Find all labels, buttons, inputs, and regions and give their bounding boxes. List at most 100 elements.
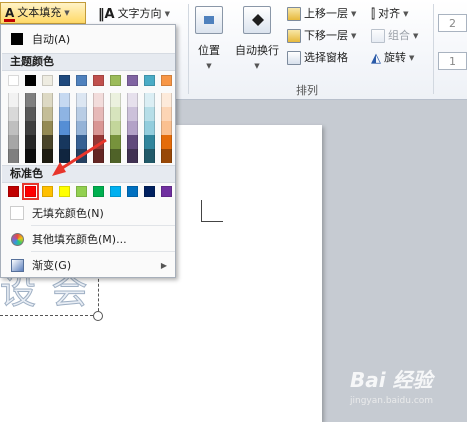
theme-color-swatch[interactable] [144,75,155,86]
bring-forward-button[interactable]: 上移一层 ▼ [287,4,356,24]
standard-color-swatch[interactable] [59,186,70,197]
text-fill-button[interactable]: A 文本填充 ▼ [0,2,86,24]
theme-shade-swatch[interactable] [144,135,155,149]
standard-color-swatch[interactable] [93,186,104,197]
selection-pane-label: 选择窗格 [304,51,348,64]
theme-shade-swatch[interactable] [76,135,87,149]
height-spinner[interactable]: 2 [438,14,467,32]
theme-shade-swatch[interactable] [59,121,70,135]
theme-shade-swatch[interactable] [76,121,87,135]
theme-shade-swatch[interactable] [93,135,104,149]
position-button[interactable]: 位置 ▼ [193,6,225,70]
theme-shade-swatch[interactable] [161,135,172,149]
theme-color-swatch[interactable] [76,75,87,86]
theme-shade-swatch[interactable] [8,121,19,135]
theme-color-swatch[interactable] [59,75,70,86]
arrange-group-label: 排列 [296,84,318,97]
theme-shade-swatch[interactable] [42,149,53,163]
theme-shade-swatch[interactable] [110,93,121,107]
theme-shade-swatch[interactable] [8,107,19,121]
theme-shade-swatch[interactable] [110,135,121,149]
standard-color-swatch[interactable] [8,186,19,197]
theme-color-swatch[interactable] [25,75,36,86]
theme-shade-swatch[interactable] [76,149,87,163]
theme-shade-swatch[interactable] [25,149,36,163]
theme-shade-swatch[interactable] [42,121,53,135]
theme-shade-swatch[interactable] [127,93,138,107]
resize-handle[interactable] [93,311,103,321]
theme-shade-swatch[interactable] [161,121,172,135]
auto-color-item[interactable]: 自动(A) [2,28,175,50]
chevron-down-icon: ▼ [164,10,170,18]
theme-shade-swatch[interactable] [93,149,104,163]
theme-shade-swatch[interactable] [161,107,172,121]
theme-shade-swatch[interactable] [127,107,138,121]
height-value: 2 [449,16,456,30]
theme-color-swatch[interactable] [42,75,53,86]
theme-shade-swatch[interactable] [127,149,138,163]
theme-color-swatch[interactable] [127,75,138,86]
theme-shade-swatch[interactable] [76,107,87,121]
theme-shade-swatch[interactable] [144,93,155,107]
auto-color-swatch [2,33,32,45]
separator [433,4,434,94]
theme-shade-swatch[interactable] [59,107,70,121]
theme-color-swatch[interactable] [8,75,19,86]
theme-shade-swatch[interactable] [93,121,104,135]
theme-shade-swatch[interactable] [59,93,70,107]
standard-color-swatch[interactable] [110,186,121,197]
group-icon [371,29,385,43]
text-direction-button[interactable]: ‖A 文字方向 ▼ [98,4,170,24]
more-colors-item[interactable]: 其他填充颜色(M)... [2,228,175,250]
theme-color-swatch[interactable] [161,75,172,86]
theme-shade-swatch[interactable] [127,121,138,135]
width-value: 1 [449,54,456,68]
theme-shade-swatch[interactable] [8,149,19,163]
rotate-button[interactable]: ◭ 旋转 ▼ [371,48,414,68]
auto-wrap-button[interactable]: 自动换行 ▼ [231,6,283,70]
theme-color-swatch[interactable] [93,75,104,86]
align-button[interactable]: ⫿ 对齐 ▼ [371,4,409,24]
group-button[interactable]: 组合 ▼ [371,26,418,46]
theme-shade-swatch[interactable] [144,107,155,121]
no-fill-item[interactable]: 无填充颜色(N) [2,202,175,224]
gradient-item[interactable]: 渐变(G) ▶ [2,254,175,276]
theme-shade-swatch[interactable] [25,107,36,121]
send-backward-icon [287,29,301,43]
width-spinner[interactable]: 1 [438,52,467,70]
theme-shade-swatch[interactable] [144,121,155,135]
theme-shade-swatch[interactable] [42,135,53,149]
text-direction-icon: ‖A [98,6,115,22]
theme-shade-swatch[interactable] [76,93,87,107]
standard-color-swatch[interactable] [42,186,53,197]
theme-shade-swatch[interactable] [59,149,70,163]
standard-colors-header: 标准色 [2,165,175,183]
send-backward-button[interactable]: 下移一层 ▼ [287,26,356,46]
theme-shade-swatch[interactable] [93,107,104,121]
theme-color-swatch[interactable] [110,75,121,86]
theme-shade-swatch[interactable] [110,149,121,163]
theme-shade-swatch[interactable] [161,149,172,163]
theme-shade-swatch[interactable] [127,135,138,149]
theme-shade-swatch[interactable] [8,135,19,149]
watermark-brand: Bai 经验 [350,368,433,392]
theme-shade-swatch[interactable] [8,93,19,107]
standard-color-swatch[interactable] [161,186,172,197]
theme-shade-swatch[interactable] [110,107,121,121]
theme-shade-swatch[interactable] [25,121,36,135]
group-label: 组合 [388,29,410,42]
theme-shade-swatch[interactable] [25,93,36,107]
standard-color-swatch[interactable] [127,186,138,197]
theme-shade-swatch[interactable] [144,149,155,163]
theme-shade-swatch[interactable] [110,121,121,135]
theme-shade-swatch[interactable] [59,135,70,149]
selection-pane-button[interactable]: 选择窗格 [287,48,348,68]
theme-shade-swatch[interactable] [93,93,104,107]
align-icon: ⫿ [371,6,376,22]
theme-shade-swatch[interactable] [25,135,36,149]
theme-shade-swatch[interactable] [161,93,172,107]
theme-shade-swatch[interactable] [42,107,53,121]
standard-color-swatch[interactable] [76,186,87,197]
theme-shade-swatch[interactable] [42,93,53,107]
standard-color-swatch[interactable] [144,186,155,197]
